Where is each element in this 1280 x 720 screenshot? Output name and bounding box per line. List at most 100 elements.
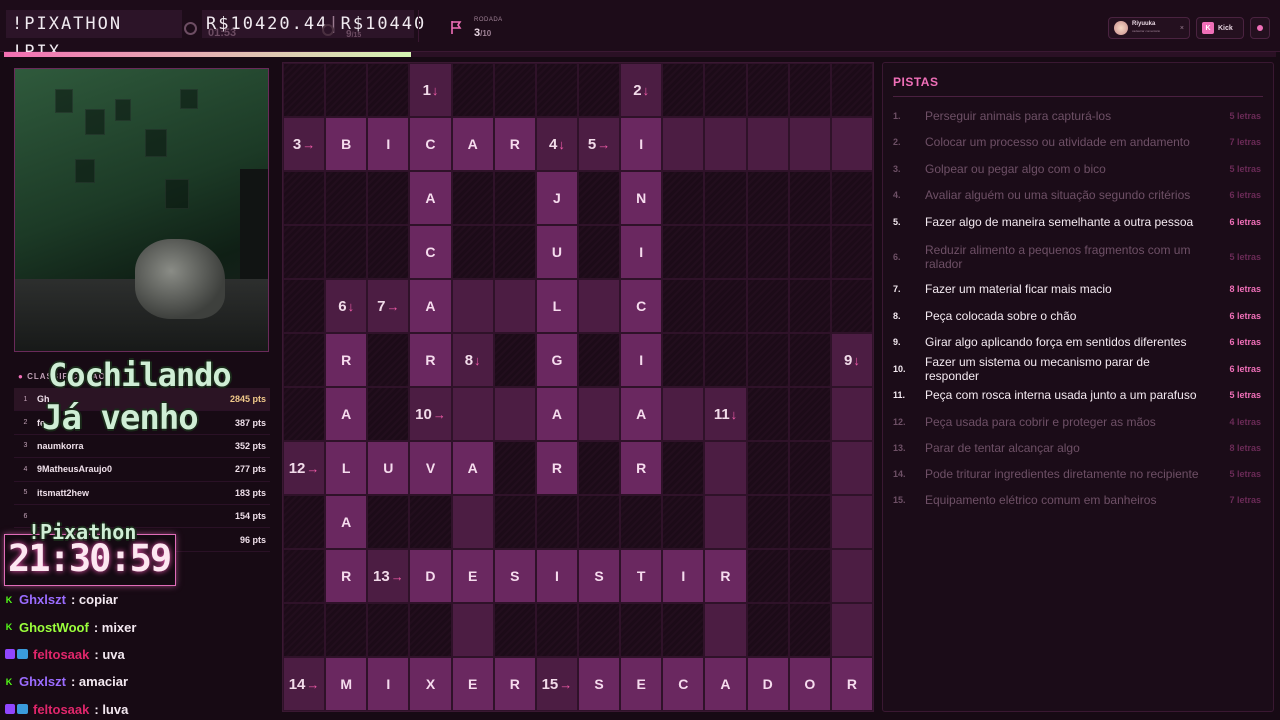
grid-cell-empty[interactable] xyxy=(704,495,747,549)
chat-username[interactable]: GhostWoof xyxy=(19,620,89,635)
grid-cell-letter[interactable]: T xyxy=(620,549,663,603)
grid-cell-empty[interactable] xyxy=(704,117,747,171)
platform-chip[interactable]: K Kick xyxy=(1196,17,1244,39)
grid-cell-clue-number[interactable]: 7 → xyxy=(367,279,410,333)
clue-item[interactable]: 14. Pode triturar ingredientes diretament… xyxy=(893,465,1261,483)
grid-cell-letter[interactable]: I xyxy=(620,117,663,171)
clue-item[interactable]: 9. Girar algo aplicando força em sentidos… xyxy=(893,333,1261,351)
grid-cell-letter[interactable]: A xyxy=(409,279,452,333)
grid-cell-empty[interactable] xyxy=(746,117,789,171)
grid-cell-letter[interactable]: C xyxy=(409,225,452,279)
grid-cell-letter[interactable]: A xyxy=(409,171,452,225)
grid-cell-letter[interactable]: D xyxy=(746,657,789,711)
grid-cell-letter[interactable]: R xyxy=(325,333,368,387)
grid-cell-letter[interactable]: A xyxy=(620,387,663,441)
clue-item[interactable]: 2. Colocar um processo ou atividade em an… xyxy=(893,133,1261,151)
chat-username[interactable]: feltosaak xyxy=(33,702,89,717)
grid-cell-empty[interactable] xyxy=(451,495,494,549)
grid-cell-letter[interactable]: L xyxy=(535,279,578,333)
grid-cell-letter[interactable]: R xyxy=(620,441,663,495)
grid-cell-letter[interactable]: C xyxy=(662,657,705,711)
grid-cell-letter[interactable]: R xyxy=(493,657,536,711)
grid-cell-letter[interactable]: B xyxy=(325,117,368,171)
grid-cell-letter[interactable]: N xyxy=(620,171,663,225)
clue-item[interactable]: 6. Reduzir alimento a pequenos fragmentos… xyxy=(893,239,1261,275)
clue-item[interactable]: 5. Fazer algo de maneira semelhante a out… xyxy=(893,213,1261,231)
clue-item[interactable]: 11. Peça com rosca interna usada junto a … xyxy=(893,386,1261,404)
grid-cell-letter[interactable]: R xyxy=(493,117,536,171)
grid-cell-clue-number[interactable]: 15 → xyxy=(535,657,578,711)
grid-cell-empty[interactable] xyxy=(830,441,873,495)
grid-cell-letter[interactable]: U xyxy=(535,225,578,279)
grid-cell-clue-number[interactable]: 14 → xyxy=(283,657,326,711)
grid-cell-letter[interactable]: G xyxy=(535,333,578,387)
grid-cell-empty[interactable] xyxy=(830,549,873,603)
clue-item[interactable]: 3. Golpear ou pegar algo com o bico 5 letr… xyxy=(893,160,1261,178)
grid-cell-letter[interactable]: R xyxy=(325,549,368,603)
clue-item[interactable]: 13. Parar de tentar alcançar algo 8 letras xyxy=(893,439,1261,457)
grid-cell-empty[interactable] xyxy=(493,279,536,333)
grid-cell-letter[interactable]: A xyxy=(451,117,494,171)
grid-cell-letter[interactable]: A xyxy=(535,387,578,441)
clue-item[interactable]: 4. Avaliar alguém ou uma situação segundo… xyxy=(893,186,1261,204)
grid-cell-letter[interactable]: E xyxy=(451,549,494,603)
grid-cell-empty[interactable] xyxy=(451,279,494,333)
grid-cell-letter[interactable]: R xyxy=(409,333,452,387)
chat-username[interactable]: Ghxlszt xyxy=(19,674,66,689)
grid-cell-letter[interactable]: A xyxy=(325,495,368,549)
grid-cell-letter[interactable]: S xyxy=(577,657,621,711)
grid-cell-letter[interactable]: C xyxy=(409,117,452,171)
grid-cell-letter[interactable]: R xyxy=(830,657,873,711)
grid-cell-letter[interactable]: A xyxy=(451,441,494,495)
grid-cell-letter[interactable]: R xyxy=(535,441,578,495)
grid-cell-letter[interactable]: D xyxy=(409,549,452,603)
grid-cell-clue-number[interactable]: 1 ↓ xyxy=(409,63,452,117)
grid-cell-clue-number[interactable]: 4 ↓ xyxy=(535,117,578,171)
grid-cell-letter[interactable]: L xyxy=(325,441,368,495)
grid-cell-letter[interactable]: U xyxy=(367,441,410,495)
grid-cell-clue-number[interactable]: 11 ↓ xyxy=(704,387,747,441)
grid-cell-empty[interactable] xyxy=(577,279,621,333)
grid-cell-letter[interactable]: S xyxy=(577,549,621,603)
chat-username[interactable]: Ghxlszt xyxy=(19,592,66,607)
grid-cell-clue-number[interactable]: 5 → xyxy=(577,117,621,171)
clue-item[interactable]: 8. Peça colocada sobre o chão 6 letras xyxy=(893,307,1261,325)
grid-cell-empty[interactable] xyxy=(830,117,873,171)
grid-cell-letter[interactable]: V xyxy=(409,441,452,495)
grid-cell-empty[interactable] xyxy=(704,603,747,657)
grid-cell-clue-number[interactable]: 13 → xyxy=(367,549,410,603)
grid-cell-letter[interactable]: J xyxy=(535,171,578,225)
grid-cell-letter[interactable]: I xyxy=(620,333,663,387)
grid-cell-clue-number[interactable]: 9 ↓ xyxy=(830,333,873,387)
grid-cell-clue-number[interactable]: 12 → xyxy=(283,441,326,495)
grid-cell-clue-number[interactable]: 10 → xyxy=(409,387,452,441)
close-icon[interactable]: × xyxy=(1180,25,1184,32)
grid-cell-letter[interactable]: R xyxy=(704,549,747,603)
clue-item[interactable]: 12. Peça usada para cobrir e proteger as … xyxy=(893,413,1261,431)
clue-item[interactable]: 1. Perseguir animais para capturá-los 5 le… xyxy=(893,107,1261,125)
clue-item[interactable]: 15. Equipamento elétrico comum em banheir… xyxy=(893,491,1261,509)
grid-cell-letter[interactable]: I xyxy=(535,549,578,603)
grid-cell-letter[interactable]: I xyxy=(367,657,410,711)
grid-cell-empty[interactable] xyxy=(830,495,873,549)
clue-item[interactable]: 7. Fazer um material ficar mais macio 8 le… xyxy=(893,280,1261,298)
grid-cell-letter[interactable]: A xyxy=(704,657,747,711)
clue-item[interactable]: 10. Fazer um sistema ou mecanismo parar d… xyxy=(893,355,1261,383)
grid-cell-letter[interactable]: C xyxy=(620,279,663,333)
grid-cell-empty[interactable] xyxy=(662,387,705,441)
streamer-chip[interactable]: Riyuuka cadastrar comentário × xyxy=(1108,17,1190,39)
grid-cell-empty[interactable] xyxy=(830,603,873,657)
grid-cell-empty[interactable] xyxy=(704,441,747,495)
grid-cell-letter[interactable]: I xyxy=(662,549,705,603)
chat-username[interactable]: feltosaak xyxy=(33,647,89,662)
grid-cell-empty[interactable] xyxy=(830,387,873,441)
grid-cell-letter[interactable]: O xyxy=(788,657,831,711)
grid-cell-empty[interactable] xyxy=(451,387,494,441)
grid-cell-clue-number[interactable]: 8 ↓ xyxy=(451,333,494,387)
grid-cell-letter[interactable]: A xyxy=(325,387,368,441)
grid-cell-empty[interactable] xyxy=(662,117,705,171)
grid-cell-clue-number[interactable]: 3 → xyxy=(283,117,326,171)
grid-cell-letter[interactable]: X xyxy=(409,657,452,711)
grid-cell-letter[interactable]: S xyxy=(493,549,536,603)
grid-cell-empty[interactable] xyxy=(451,603,494,657)
